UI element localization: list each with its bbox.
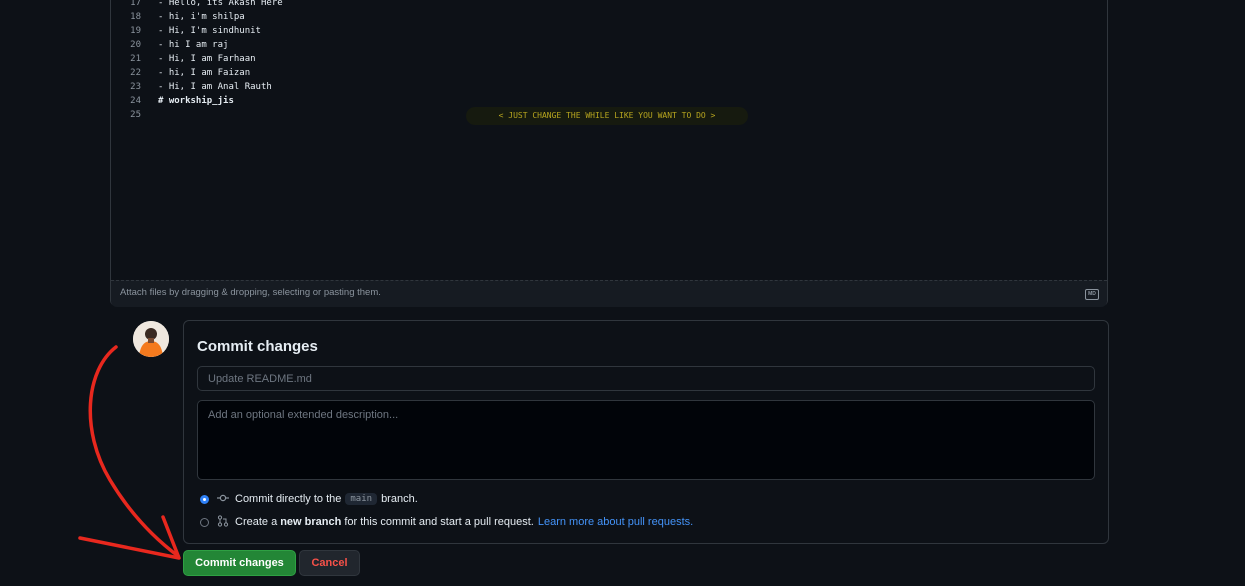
commit-title: Commit changes (197, 338, 318, 355)
commit-changes-panel: Commit changes Commit directly to the ma… (183, 320, 1109, 544)
option-new-text-before: Create a (235, 516, 278, 528)
line-text: - hi, i'm shilpa (158, 12, 245, 22)
line-number: 24 (130, 96, 141, 106)
line-text: - Hello, its Akash Here (158, 0, 283, 8)
line-text: - Hi, I am Farhaan (158, 54, 256, 64)
option-direct-text-before: Commit directly to the (235, 493, 342, 505)
commit-summary-input[interactable] (197, 366, 1095, 391)
line-number: 20 (130, 40, 141, 50)
line-text: # workship_jis (158, 96, 234, 106)
option-new-text-after: for this commit and start a pull request… (344, 516, 534, 528)
line-number: 19 (130, 26, 141, 36)
markdown-icon: MD (1085, 289, 1099, 300)
line-text: - hi I am raj (158, 40, 229, 50)
avatar (133, 321, 169, 357)
attach-files-bar[interactable]: Attach files by dragging & dropping, sel… (111, 280, 1107, 307)
line-number: 21 (130, 54, 141, 64)
branch-name-pill: main (345, 493, 378, 505)
line-text: - hi, I am Faizan (158, 68, 251, 78)
line-number: 25 (130, 110, 141, 120)
line-number: 18 (130, 12, 141, 22)
editor-hint-overlay: < JUST CHANGE THE WHILE LIKE YOU WANT TO… (466, 107, 748, 125)
git-commit-icon (217, 493, 229, 506)
commit-changes-button[interactable]: Commit changes (183, 550, 296, 576)
line-number: 23 (130, 82, 141, 92)
option-direct-text-after: branch. (381, 493, 418, 505)
code-area[interactable]: 17 - Hello, its Akash Here 18 - hi, i'm shi… (111, 0, 1107, 280)
learn-more-link[interactable]: Learn more about pull requests. (538, 516, 693, 528)
commit-description-input[interactable] (197, 400, 1095, 480)
radio-commit-direct[interactable] (200, 494, 209, 504)
line-text: - Hi, I am Anal Rauth (158, 82, 272, 92)
option-commit-direct[interactable]: Commit directly to the main branch. (200, 491, 418, 507)
option-new-branch[interactable]: Create a new branch for this commit and … (200, 514, 693, 530)
line-text: - Hi, I'm sindhunit (158, 26, 261, 36)
file-editor[interactable]: 17 - Hello, its Akash Here 18 - hi, i'm shi… (110, 0, 1108, 307)
line-number: 22 (130, 68, 141, 78)
line-number: 17 (130, 0, 141, 8)
git-pull-request-icon (217, 514, 229, 530)
cancel-button[interactable]: Cancel (299, 550, 360, 576)
option-new-text-bold: new branch (280, 516, 342, 528)
radio-new-branch[interactable] (200, 517, 209, 527)
attach-files-text: Attach files by dragging & dropping, sel… (120, 287, 381, 298)
